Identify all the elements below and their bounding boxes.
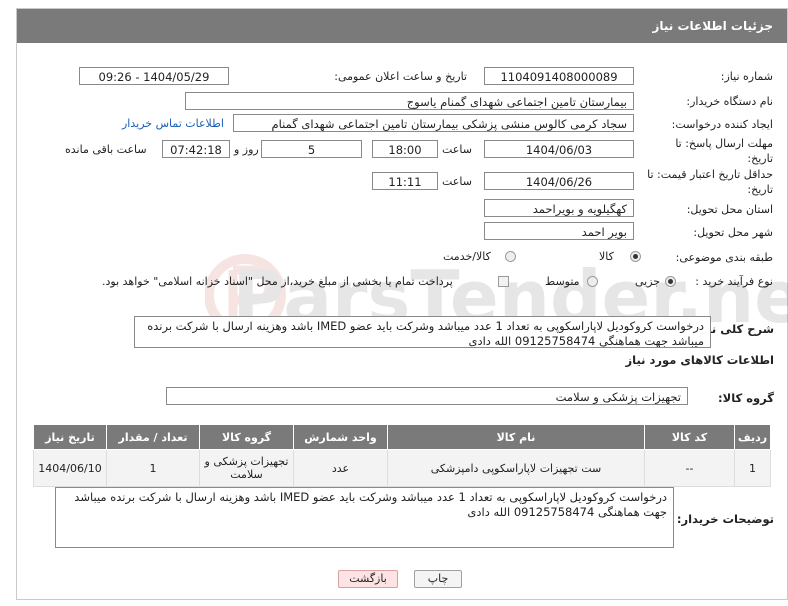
cell-code: -- — [644, 449, 735, 487]
city-field: بویر احمد — [484, 222, 634, 240]
category-goods-service-label: کالا/خدمت — [443, 250, 491, 263]
category-goods-service-radio[interactable] — [505, 251, 516, 262]
creator-label: ایجاد کننده درخواست: — [671, 118, 773, 131]
remaining-time-field: 07:42:18 — [162, 140, 230, 158]
back-button[interactable]: بازگشت — [338, 570, 398, 588]
category-goods-label: کالا — [599, 250, 614, 263]
creator-field: سجاد کرمی کالوس منشی پزشکی بیمارستان تام… — [233, 114, 634, 132]
validity-time-label: ساعت — [442, 175, 472, 188]
goods-group-label: گروه کالا: — [718, 391, 774, 405]
category-label: طبقه بندی موضوعی: — [675, 251, 773, 264]
deadline-time-label: ساعت — [442, 143, 472, 156]
panel-header: جزئیات اطلاعات نیاز — [17, 9, 787, 43]
buyer-org-field: بیمارستان تامین اجتماعی شهدای گمنام یاسو… — [185, 92, 634, 110]
cell-group: تجهیزات پزشکی و سلامت — [199, 449, 294, 487]
deadline-time-field: 18:00 — [372, 140, 438, 158]
announce-field: 1404/05/29 - 09:26 — [79, 67, 229, 85]
days-remaining-field: 5 — [261, 140, 362, 158]
deadline-date-field: 1404/06/03 — [484, 140, 634, 158]
city-label: شهر محل تحویل: — [693, 226, 773, 239]
process-minor-radio[interactable] — [665, 276, 676, 287]
col-code: کد کالا — [644, 424, 735, 450]
province-label: استان محل تحویل: — [686, 203, 773, 216]
goods-group-field: تجهیزات پزشکی و سلامت — [166, 387, 688, 405]
cell-unit: عدد — [293, 449, 388, 487]
process-medium-radio[interactable] — [587, 276, 598, 287]
need-number-label: شماره نیاز: — [720, 70, 773, 83]
category-goods-radio[interactable] — [630, 251, 641, 262]
col-name: نام کالا — [387, 424, 645, 450]
buyer-org-label: نام دستگاه خریدار: — [686, 95, 773, 108]
payment-note: پرداخت تمام یا بخشی از مبلغ خرید،از محل … — [102, 275, 453, 288]
validity-date-field: 1404/06/26 — [484, 172, 634, 190]
print-button[interactable]: چاپ — [414, 570, 462, 588]
cell-row: 1 — [734, 449, 771, 487]
deadline-label: مهلت ارسال پاسخ: تا تاریخ: — [675, 137, 773, 165]
cell-date: 1404/06/10 — [33, 449, 107, 487]
col-unit: واحد شمارش — [293, 424, 388, 450]
goods-table-header: ردیف کد کالا نام کالا واحد شمارش گروه کا… — [33, 424, 771, 450]
goods-table: ردیف کد کالا نام کالا واحد شمارش گروه کا… — [33, 424, 771, 487]
col-date: تاریخ نیاز — [33, 424, 107, 450]
goods-section-title: اطلاعات کالاهای مورد نیاز — [625, 353, 774, 367]
process-medium-label: متوسط — [545, 275, 580, 288]
process-minor-label: جزیی — [635, 275, 661, 288]
summary-textarea[interactable]: درخواست کروکودیل لاپاراسکوپی به تعداد 1 … — [134, 316, 711, 348]
table-row: 1 -- ست تجهیزات لاپاراسکوپی دامپزشکی عدد… — [33, 449, 771, 487]
buyer-notes-textarea[interactable]: درخواست کروکودیل لاپاراسکوپی به تعداد 1 … — [55, 487, 674, 548]
need-number-field: 1104091408000089 — [484, 67, 634, 85]
province-field: کهگیلویه و بویراحمد — [484, 199, 634, 217]
col-qty: تعداد / مقدار — [106, 424, 200, 450]
buyer-contact-link[interactable]: اطلاعات تماس خریدار — [122, 117, 224, 130]
process-label: نوع فرآیند خرید : — [695, 275, 773, 288]
cell-qty: 1 — [106, 449, 200, 487]
announce-label: تاریخ و ساعت اعلان عمومی: — [334, 70, 467, 83]
col-group: گروه کالا — [199, 424, 294, 450]
col-row: ردیف — [734, 424, 771, 450]
islamic-treasury-checkbox[interactable] — [498, 276, 509, 287]
remaining-time-label: ساعت باقی مانده — [65, 143, 147, 156]
validity-time-field: 11:11 — [372, 172, 438, 190]
cell-name: ست تجهیزات لاپاراسکوپی دامپزشکی — [387, 449, 645, 487]
validity-label: حداقل تاریخ اعتبار قیمت: تا تاریخ: — [647, 168, 773, 196]
buyer-notes-label: توضیحات خریدار: — [676, 512, 774, 526]
days-label: روز و — [234, 143, 259, 156]
